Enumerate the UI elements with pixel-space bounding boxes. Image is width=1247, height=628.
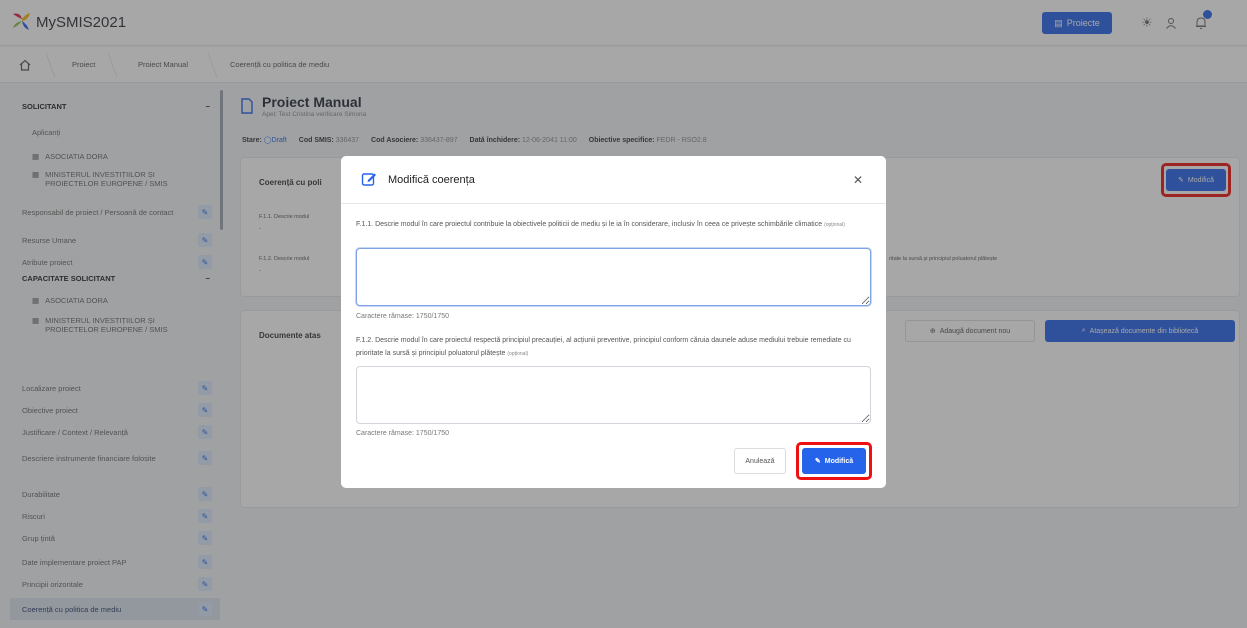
edit-coherence-modal: Modifică coerența ✕ F.1.1. Descrie modul…	[341, 156, 886, 488]
modal-title: Modifică coerența	[388, 174, 475, 186]
edit-icon	[361, 173, 376, 186]
modal-header: Modifică coerența ✕	[341, 156, 886, 204]
question-text: F.1.1. Descrie modul în care proiectul c…	[356, 221, 823, 228]
optional-tag: (opțional)	[507, 351, 529, 357]
question-text: F.1.2. Descrie modul în care proiectul r…	[356, 337, 851, 357]
button-label: Anulează	[745, 457, 775, 465]
question-2-label: F.1.2. Descrie modul în care proiectul r…	[356, 334, 874, 361]
optional-tag: (opțional)	[824, 222, 845, 228]
highlight-frame	[796, 442, 872, 480]
question-1-counter: Caractere rămase: 1750/1750	[356, 313, 449, 320]
question-2-textarea[interactable]	[356, 366, 871, 424]
cancel-button[interactable]: Anulează	[734, 448, 786, 474]
question-1-label: F.1.1. Descrie modul în care proiectul c…	[356, 218, 874, 232]
close-icon[interactable]: ✕	[853, 173, 863, 187]
question-2-counter: Caractere rămase: 1750/1750	[356, 430, 449, 437]
question-1-textarea[interactable]	[356, 248, 871, 306]
